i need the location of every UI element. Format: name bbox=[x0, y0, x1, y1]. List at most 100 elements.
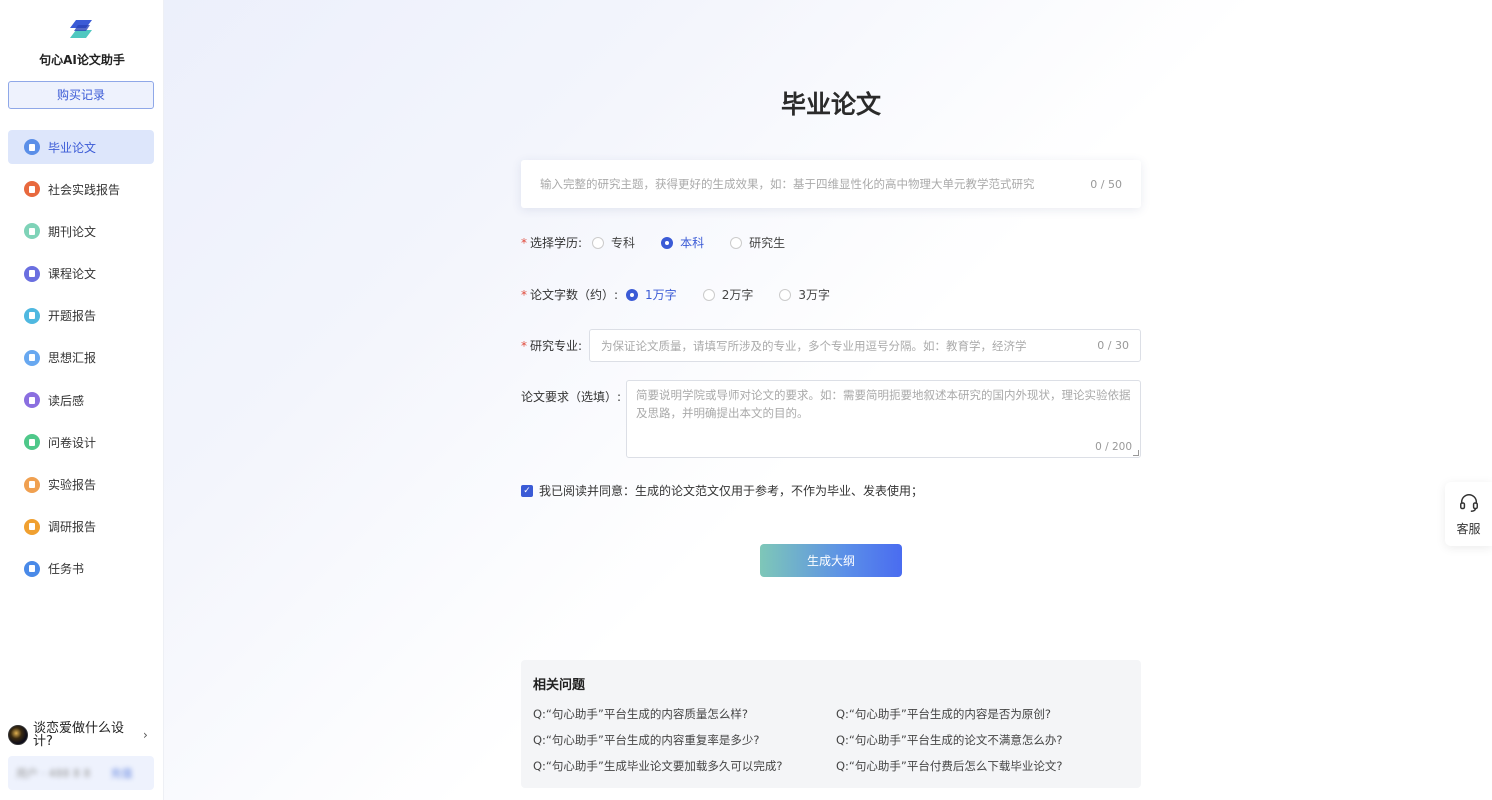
sidebar-item-label: 实验报告 bbox=[48, 478, 97, 492]
document-icon bbox=[24, 265, 40, 282]
customer-service-button[interactable]: 客服 bbox=[1445, 482, 1492, 546]
education-row: * 选择学历: 专科 本科 研究生 bbox=[521, 234, 811, 251]
wordcount-row: * 论文字数（约）: 1万字 2万字 3万字 bbox=[521, 286, 856, 303]
wordcount-option[interactable]: 3万字 bbox=[779, 286, 830, 303]
sidebar-item-label: 任务书 bbox=[48, 562, 85, 577]
chevron-right-icon[interactable]: › bbox=[143, 728, 148, 742]
education-option[interactable]: 本科 bbox=[661, 234, 704, 251]
radio-icon[interactable] bbox=[779, 288, 792, 301]
document-icon bbox=[24, 307, 40, 324]
sidebar-item-label: 开题报告 bbox=[48, 309, 97, 324]
logo-icon bbox=[70, 20, 92, 38]
major-placeholder: 为保证论文质量，请填写所涉及的专业，多个专业用逗号分隔。如：教育学，经济学 bbox=[601, 338, 1027, 353]
resize-handle-icon[interactable] bbox=[1133, 450, 1139, 456]
sidebar-item-label: 社会实践报告 bbox=[48, 182, 121, 197]
requirements-counter: 0 / 200 bbox=[1095, 441, 1132, 453]
generate-outline-button[interactable]: 生成大纲 bbox=[760, 544, 902, 577]
sidebar-item[interactable]: 读后感 bbox=[8, 383, 154, 417]
major-input[interactable]: 为保证论文质量，请填写所涉及的专业，多个专业用逗号分隔。如：教育学，经济学 0 … bbox=[589, 329, 1141, 362]
wordcount-label: 论文字数（约）: bbox=[530, 288, 619, 302]
account-box: 用户 · 488 8 8 充值 bbox=[8, 756, 154, 790]
requirements-placeholder: 简要说明学院或导师对论文的要求。如：需要简明扼要地叙述本研究的国内外现状，理论实… bbox=[636, 388, 1131, 420]
education-radio-group: 专科 本科 研究生 bbox=[592, 234, 811, 251]
required-mark: * bbox=[521, 338, 527, 353]
wordcount-option[interactable]: 2万字 bbox=[702, 286, 754, 303]
sidebar-item-label: 问卷设计 bbox=[48, 435, 97, 450]
sidebar-item-label: 思想汇报 bbox=[48, 351, 97, 366]
radio-icon[interactable] bbox=[626, 288, 639, 301]
purchase-records-button[interactable]: 购买记录 bbox=[8, 81, 154, 109]
sidebar-item-label: 课程论文 bbox=[48, 267, 97, 282]
required-mark: * bbox=[521, 287, 527, 302]
sidebar-item[interactable]: 调研报告 bbox=[8, 510, 154, 544]
headset-icon bbox=[1459, 493, 1478, 512]
topic-input[interactable]: 输入完整的研究主题，获得更好的生成效果，如：基于四维显性化的高中物理大单元教学范… bbox=[521, 160, 1141, 208]
requirements-label: 论文要求（选填）: bbox=[521, 390, 622, 404]
faq-list: Q:“句心助手”平台生成的内容质量怎么样? Q:“句心助手”平台生成的内容是否为原… bbox=[533, 706, 1129, 774]
faq-item[interactable]: Q:“句心助手”平台生成的内容重复率是多少? bbox=[533, 732, 836, 748]
agreement-row[interactable]: ✓ 我已阅读并同意：生成的论文范文仅用于参考，不作为毕业、发表使用； bbox=[521, 482, 923, 499]
account-info: 用户 · 488 8 8 bbox=[16, 767, 91, 780]
sidebar-item[interactable]: 实验报告 bbox=[8, 468, 154, 502]
wordcount-option[interactable]: 1万字 bbox=[626, 286, 677, 303]
sidebar-item[interactable]: 任务书 bbox=[8, 552, 154, 586]
document-icon bbox=[24, 392, 40, 409]
sidebar-item[interactable]: 课程论文 bbox=[8, 257, 154, 291]
faq-item[interactable]: Q:“句心助手”平台生成的论文不满意怎么办? bbox=[836, 732, 1139, 748]
radio-icon[interactable] bbox=[592, 236, 605, 249]
sidebar-item[interactable]: 期刊论文 bbox=[8, 214, 154, 248]
sidebar-item-label: 读后感 bbox=[48, 393, 85, 408]
sidebar-item[interactable]: 开题报告 bbox=[8, 299, 154, 333]
sidebar-item-label: 期刊论文 bbox=[48, 224, 97, 239]
agreement-checkbox[interactable]: ✓ bbox=[521, 484, 533, 497]
sidebar-item-label: 调研报告 bbox=[48, 520, 97, 535]
avatar[interactable] bbox=[8, 725, 28, 745]
requirements-row: 论文要求（选填）: bbox=[521, 388, 621, 405]
education-option-label: 专科 bbox=[611, 236, 636, 250]
agreement-text: 我已阅读并同意：生成的论文范文仅用于参考，不作为毕业、发表使用； bbox=[539, 484, 924, 498]
radio-icon[interactable] bbox=[702, 288, 715, 301]
radio-icon[interactable] bbox=[661, 236, 674, 249]
faq-item[interactable]: Q:“句心助手”平台生成的内容质量怎么样? bbox=[533, 706, 836, 722]
recharge-link[interactable]: 充值 bbox=[110, 765, 132, 781]
radio-icon[interactable] bbox=[730, 236, 743, 249]
education-label: 选择学历: bbox=[530, 236, 583, 250]
document-icon bbox=[24, 223, 40, 240]
customer-service-label: 客服 bbox=[1456, 521, 1481, 536]
faq-title: 相关问题 bbox=[533, 678, 586, 693]
wordcount-radio-group: 1万字 2万字 3万字 bbox=[626, 286, 856, 303]
faq-item[interactable]: Q:“句心助手”平台生成的内容是否为原创? bbox=[836, 706, 1139, 722]
wordcount-option-label: 1万字 bbox=[645, 288, 677, 302]
document-icon bbox=[24, 139, 40, 155]
sidebar-item[interactable]: 社会实践报告 bbox=[8, 172, 154, 206]
wordcount-option-label: 2万字 bbox=[721, 288, 754, 302]
topic-counter: 0 / 50 bbox=[1090, 177, 1122, 191]
page-title: 毕业论文 bbox=[780, 90, 881, 119]
major-label: 研究专业: bbox=[530, 339, 583, 353]
education-option[interactable]: 专科 bbox=[592, 234, 635, 251]
faq-item[interactable]: Q:“句心助手”生成毕业论文要加载多久可以完成? bbox=[533, 758, 836, 774]
education-option-label: 研究生 bbox=[749, 236, 786, 250]
document-icon bbox=[24, 560, 40, 577]
brand-name: 句心AI论文助手 bbox=[39, 53, 125, 67]
education-option-label: 本科 bbox=[680, 236, 705, 250]
faq-panel: 相关问题 Q:“句心助手”平台生成的内容质量怎么样? Q:“句心助手”平台生成的内… bbox=[521, 660, 1141, 788]
document-icon bbox=[24, 434, 40, 451]
wordcount-option-label: 3万字 bbox=[798, 288, 830, 302]
sidebar-nav: 毕业论文社会实践报告 期刊论文课程论文开题报告思想汇报读后感问卷设计实验报告调研报… bbox=[8, 130, 154, 594]
major-counter: 0 / 30 bbox=[1097, 339, 1129, 352]
sidebar-item[interactable]: 毕业论文 bbox=[8, 130, 154, 164]
faq-item[interactable]: Q:“句心助手”平台付费后怎么下载毕业论文? bbox=[836, 758, 1139, 774]
major-row: * 研究专业: bbox=[521, 337, 582, 354]
sidebar-item[interactable]: 思想汇报 bbox=[8, 341, 154, 375]
user-name: 谈恋爱做什么设计? bbox=[33, 721, 125, 749]
education-option[interactable]: 研究生 bbox=[730, 234, 785, 251]
document-icon bbox=[24, 181, 40, 198]
document-icon bbox=[24, 349, 40, 366]
user-profile[interactable]: 谈恋爱做什么设计? › bbox=[8, 720, 156, 750]
requirements-textarea[interactable]: 简要说明学院或导师对论文的要求。如：需要简明扼要地叙述本研究的国内外现状，理论实… bbox=[626, 380, 1141, 458]
document-icon bbox=[24, 476, 40, 493]
sidebar-item[interactable]: 问卷设计 bbox=[8, 425, 154, 459]
sidebar-item-label: 毕业论文 bbox=[48, 140, 97, 155]
document-icon bbox=[24, 518, 40, 535]
